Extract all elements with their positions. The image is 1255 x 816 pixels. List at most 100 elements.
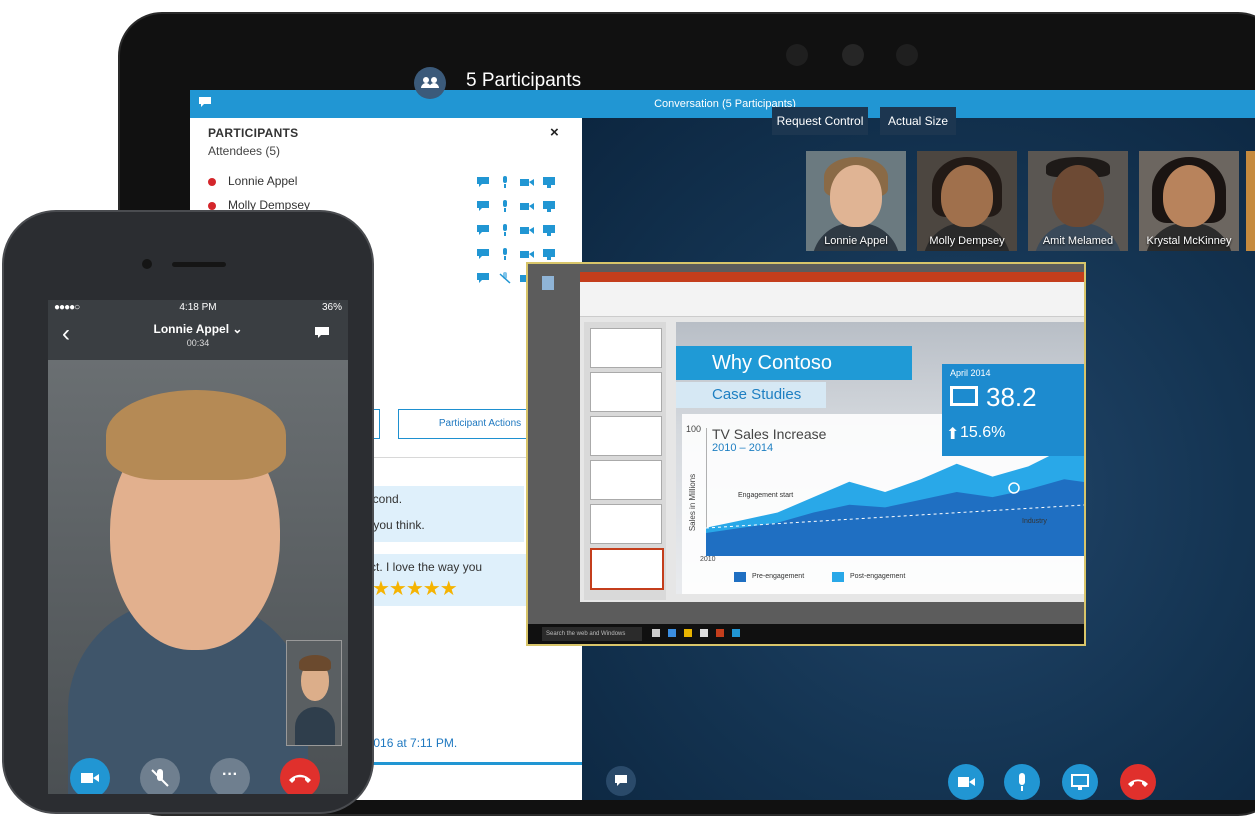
video-tile[interactable]: Molly Dempsey [917, 151, 1017, 251]
phone-end-call-button[interactable] [280, 758, 320, 794]
share-button[interactable] [1062, 764, 1098, 800]
participant-row[interactable]: Lonnie Appel [208, 174, 580, 194]
slide-thumbnail[interactable] [590, 372, 662, 412]
chat-toggle-button[interactable] [606, 766, 636, 796]
stat-callout: April 2014 38.2 ⬆ 15.6% [942, 364, 1084, 456]
self-view[interactable] [286, 640, 342, 746]
microphone-muted-icon [151, 769, 169, 787]
phone-speaker [172, 262, 226, 267]
video-tile[interactable]: Lonnie Appel [806, 151, 906, 251]
legend-label: Pre-engagement [752, 573, 805, 580]
microphone-icon [1019, 773, 1025, 791]
phone-more-button[interactable]: ··· [210, 758, 250, 794]
video-icon[interactable] [520, 200, 534, 212]
task-view-icon[interactable] [652, 629, 660, 637]
status-bar: ●●●●○ 4:18 PM 36% [48, 300, 348, 314]
stat-value: 38.2 [986, 382, 1037, 412]
slide-thumbnail-selected[interactable] [590, 548, 664, 590]
im-icon[interactable] [476, 200, 490, 212]
tablet-sensor [786, 44, 808, 66]
legend-swatch [832, 572, 844, 582]
edge-icon[interactable] [668, 629, 676, 637]
store-icon[interactable] [700, 629, 708, 637]
screen-share-icon[interactable] [542, 176, 556, 188]
participant-modalities [476, 200, 576, 214]
attendees-label: Attendees (5) [208, 144, 281, 158]
caller-name[interactable]: Lonnie Appel ⌄ [48, 322, 348, 336]
video-tile[interactable]: Amit Melamed [1028, 151, 1128, 251]
video-icon[interactable] [520, 248, 534, 260]
tablet-camera [842, 44, 864, 66]
x-tick-label: 2010 [700, 556, 716, 563]
participant-name: Lonnie Appel [228, 174, 298, 188]
screen-share-icon[interactable] [542, 224, 556, 236]
phone-video-button[interactable] [70, 758, 110, 794]
phone-camera [142, 259, 152, 269]
explorer-icon[interactable] [684, 629, 692, 637]
chart-annotation: Industry [1022, 518, 1047, 525]
shared-screen[interactable]: Why Contoso Case Studies 100 TV Sales In… [526, 262, 1086, 646]
microphone-icon[interactable] [498, 200, 512, 212]
participants-header: PARTICIPANTS [208, 126, 299, 140]
tile-name: Molly Dempsey [929, 235, 1005, 247]
video-tile[interactable] [1246, 151, 1255, 251]
tile-name: Amit Melamed [1042, 235, 1114, 247]
chat-icon [615, 775, 627, 786]
slide: Why Contoso Case Studies 100 TV Sales In… [676, 322, 1084, 594]
skype-icon[interactable] [732, 629, 740, 637]
call-duration: 00:34 [186, 338, 210, 348]
microphone-icon[interactable] [498, 224, 512, 236]
video-icon [958, 777, 975, 787]
presentation-window: Why Contoso Case Studies 100 TV Sales In… [580, 272, 1084, 602]
im-icon[interactable] [476, 224, 490, 236]
participant-modalities [476, 176, 576, 190]
close-participants-button[interactable]: × [550, 124, 559, 141]
hang-up-icon [289, 774, 311, 783]
title-bar: Conversation (5 Participants) [190, 90, 1255, 118]
stat-percent: 15.6% [960, 424, 1006, 441]
legend-label: Post-engagement [850, 573, 906, 580]
im-icon[interactable] [476, 248, 490, 260]
stage-title: 5 Participants [466, 70, 582, 91]
screen-share-icon[interactable] [542, 248, 556, 260]
end-call-button[interactable] [1120, 764, 1156, 800]
tablet-sensor [896, 44, 918, 66]
tile-name: Lonnie Appel [824, 235, 888, 247]
video-button[interactable] [948, 764, 984, 800]
app-titlebar [580, 272, 1084, 282]
y-tick-label: 100 [686, 424, 702, 434]
video-tile[interactable]: Krystal McKinney [1139, 151, 1239, 251]
microphone-icon[interactable] [498, 248, 512, 260]
hang-up-icon [1128, 779, 1148, 787]
screen-share-icon[interactable] [542, 200, 556, 212]
window-title: Conversation (5 Participants) [654, 98, 796, 110]
request-control-button[interactable]: Request Control [772, 107, 868, 135]
slide-thumbnail[interactable] [590, 460, 662, 500]
powerpoint-icon[interactable] [716, 629, 724, 637]
y-axis-label: Sales in Millions [688, 473, 698, 532]
actual-size-button[interactable]: Actual Size [880, 107, 956, 135]
slide-thumbnail[interactable] [590, 328, 662, 368]
caller-hair [106, 390, 286, 480]
im-icon[interactable] [476, 272, 490, 284]
slide-thumbnails [584, 322, 666, 600]
mute-button[interactable] [1004, 764, 1040, 800]
screen-share-icon [1071, 774, 1089, 790]
slide-title: Why Contoso [712, 352, 833, 374]
im-icon[interactable] [476, 176, 490, 188]
slide-thumbnail[interactable] [590, 504, 662, 544]
microphone-icon[interactable] [498, 176, 512, 188]
chat-icon[interactable] [314, 326, 330, 340]
taskbar-search[interactable]: Search the web and Windows [542, 627, 642, 641]
microphone-muted-icon[interactable] [498, 272, 512, 284]
phone-mute-button[interactable] [140, 758, 180, 794]
battery-indicator: 36% [321, 302, 342, 313]
monitor-icon [950, 386, 978, 406]
star-rating: ★★★★★ [372, 578, 458, 600]
slide-thumbnail[interactable] [590, 416, 662, 456]
video-icon[interactable] [520, 176, 534, 188]
phone-screen: ●●●●○ 4:18 PM 36% ‹ Lonnie Appel ⌄ 00:34… [48, 300, 348, 794]
ribbon [580, 282, 1084, 317]
video-icon[interactable] [520, 224, 534, 236]
participants-icon[interactable] [414, 67, 446, 99]
